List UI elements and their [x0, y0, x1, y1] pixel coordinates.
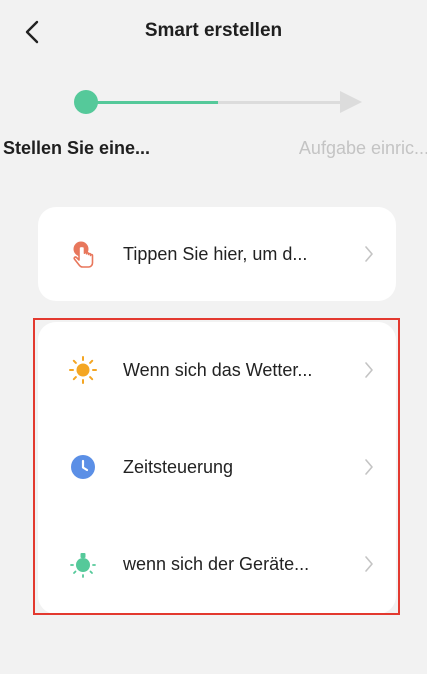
chevron-right-icon — [362, 244, 376, 264]
condition-label: Zeitsteuerung — [123, 456, 234, 477]
conditions-card: Wenn sich das Wetter... Zeitsteuerung we… — [38, 322, 396, 614]
step-label-next: Aufgabe einric... — [298, 138, 427, 158]
step-current-dot — [74, 90, 98, 114]
device-status-icon — [68, 549, 98, 579]
stepper-remaining-line — [218, 101, 343, 104]
condition-label: Wenn sich das Wetter... — [123, 359, 313, 380]
tap-to-run-card: Tippen Sie hier, um d... — [38, 207, 396, 301]
chevron-right-icon — [362, 457, 376, 477]
sun-icon — [68, 355, 98, 385]
chevron-right-icon — [362, 554, 376, 574]
header: Smart erstellen — [0, 0, 427, 64]
page-title: Smart erstellen — [144, 20, 283, 41]
condition-label: wenn sich der Geräte... — [123, 553, 310, 574]
step-arrow-icon — [340, 91, 362, 113]
stepper: Stellen Sie eine... Aufgabe einric... — [0, 80, 427, 170]
condition-schedule[interactable]: Zeitsteuerung — [38, 431, 396, 503]
stepper-progress-line — [86, 101, 218, 104]
clock-icon — [68, 452, 98, 482]
condition-tap-to-run[interactable]: Tippen Sie hier, um d... — [38, 218, 396, 290]
condition-label: Tippen Sie hier, um d... — [123, 243, 308, 264]
step-label-current: Stellen Sie eine... — [3, 138, 151, 158]
condition-weather[interactable]: Wenn sich das Wetter... — [38, 334, 396, 406]
chevron-right-icon — [362, 360, 376, 380]
tap-hand-icon — [68, 239, 98, 269]
condition-device-status[interactable]: wenn sich der Geräte... — [38, 528, 396, 600]
